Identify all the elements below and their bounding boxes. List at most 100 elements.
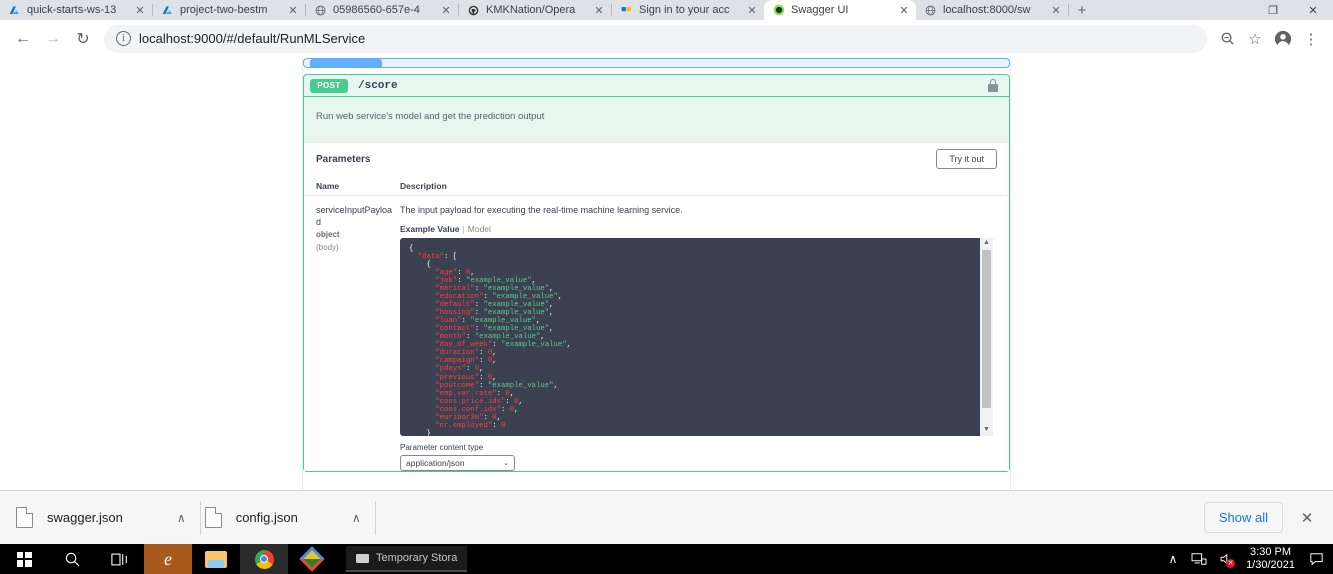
browser-tab-0[interactable]: quick-starts-ws-13 ✕ xyxy=(0,0,152,20)
download-item-swagger-json[interactable]: swagger.json ∧ xyxy=(12,499,200,537)
browser-tab-4[interactable]: Sign in to your acc ✕ xyxy=(612,0,764,20)
parameter-row: serviceInputPayload object (body) The in… xyxy=(304,196,1009,471)
tab-close-icon-2[interactable]: ✕ xyxy=(440,4,452,17)
bookmark-star-icon[interactable]: ☆ xyxy=(1241,25,1269,53)
browser-tab-label-6: localhost:8000/sw xyxy=(943,4,1031,16)
column-header-description: Description xyxy=(400,181,447,191)
browser-tab-label-2: 05986560-657e-4 xyxy=(333,4,420,16)
azure-icon xyxy=(8,4,21,17)
browser-tab-label-0: quick-starts-ws-13 xyxy=(27,4,117,16)
windows-start-icon[interactable] xyxy=(0,544,48,574)
tab-close-icon-0[interactable]: ✕ xyxy=(134,4,146,17)
reload-icon[interactable]: ↻ xyxy=(68,24,98,54)
parameters-header: Parameters Try it out xyxy=(304,142,1009,175)
new-tab-button[interactable]: + xyxy=(1069,0,1095,20)
mute-badge-icon: ✕ xyxy=(1226,559,1236,568)
browser-tab-label-3: KMKNation/Opera xyxy=(486,4,576,16)
search-icon[interactable] xyxy=(48,544,96,574)
window-icon xyxy=(356,553,369,563)
google-chrome-icon[interactable] xyxy=(240,544,288,574)
download-filename: config.json xyxy=(235,510,298,525)
clock-time: 3:30 PM xyxy=(1250,546,1292,558)
chevron-down-icon: ⌄ xyxy=(503,460,509,467)
browser-tab-1[interactable]: project-two-bestm ✕ xyxy=(153,0,305,20)
parameter-type: object xyxy=(316,230,340,240)
parameter-name: serviceInputPayload xyxy=(316,205,393,227)
parameter-meta: serviceInputPayload object (body) xyxy=(316,205,400,471)
scroll-up-arrow-icon[interactable]: ▲ xyxy=(983,238,990,249)
downloads-divider xyxy=(374,500,376,535)
example-value-code-block[interactable]: { "data": [ { "age": 0, "job": "example_… xyxy=(400,238,993,436)
opblock-post-score: POST /score Run web service's model and … xyxy=(303,74,1010,472)
show-all-downloads-button[interactable]: Show all xyxy=(1203,502,1283,533)
browser-tab-5-active[interactable]: Swagger UI ✕ xyxy=(764,0,916,20)
zoom-out-icon[interactable] xyxy=(1213,25,1241,53)
tray-expand-chevron-icon[interactable]: ∧ xyxy=(1160,544,1186,574)
parameters-title: Parameters xyxy=(316,153,371,165)
close-downloads-bar-icon[interactable]: ✕ xyxy=(1293,509,1321,527)
parameter-body: The input payload for executing the real… xyxy=(400,205,997,471)
browser-tab-label-5: Swagger UI xyxy=(791,4,849,16)
notification-icon[interactable] xyxy=(1303,544,1329,574)
file-explorer-icon[interactable] xyxy=(192,544,240,574)
opblock-summary[interactable]: POST /score xyxy=(304,75,1009,97)
tab-close-icon-5[interactable]: ✕ xyxy=(898,4,910,17)
task-view-icon[interactable] xyxy=(96,544,144,574)
internet-explorer-icon[interactable]: e xyxy=(144,544,192,574)
example-model-tabs: Example Value | Model xyxy=(400,224,997,234)
github-icon xyxy=(467,4,480,17)
tab-model[interactable]: Model xyxy=(468,224,491,234)
windows-taskbar: e Temporary Stora ∧ ✕ 3:30 PM 1/30/2021 xyxy=(0,544,1333,574)
browser-tab-label-1: project-two-bestm xyxy=(180,4,268,16)
download-filename: swagger.json xyxy=(47,510,123,525)
tab-strip: quick-starts-ws-13 ✕ project-two-bestm ✕… xyxy=(0,0,1333,20)
site-info-icon[interactable]: i xyxy=(116,31,131,46)
file-icon xyxy=(16,507,33,528)
parameter-description: The input payload for executing the real… xyxy=(400,205,683,215)
opblock-partial-above[interactable] xyxy=(303,58,1010,68)
tab-close-icon-6[interactable]: ✕ xyxy=(1050,4,1062,17)
lock-icon[interactable] xyxy=(987,78,999,93)
download-item-config-json[interactable]: config.json ∧ xyxy=(201,499,375,537)
tab-close-icon-4[interactable]: ✕ xyxy=(746,4,758,17)
tab-close-icon-3[interactable]: ✕ xyxy=(593,4,605,17)
content-type-select[interactable]: application/json ⌄ xyxy=(400,455,515,471)
volume-muted-icon[interactable]: ✕ xyxy=(1212,544,1238,574)
tab-example-value[interactable]: Example Value xyxy=(400,224,460,234)
clock[interactable]: 3:30 PM 1/30/2021 xyxy=(1238,546,1303,572)
page-viewport: POST /score Run web service's model and … xyxy=(0,58,1333,490)
browser-window: quick-starts-ws-13 ✕ project-two-bestm ✕… xyxy=(0,0,1333,574)
download-menu-chevron-icon[interactable]: ∧ xyxy=(177,511,186,525)
browser-tab-2[interactable]: 05986560-657e-4 ✕ xyxy=(306,0,458,20)
content-type-label: Parameter content type xyxy=(400,443,484,452)
browser-toolbar: ← → ↻ i localhost:9000/#/default/RunMLSe… xyxy=(0,20,1333,58)
parameters-table-header: Name Description xyxy=(304,175,1009,196)
code-scrollbar[interactable]: ▲ ▼ xyxy=(980,238,993,436)
opblock-method-bar xyxy=(310,59,382,67)
column-header-name: Name xyxy=(316,181,340,191)
taskbar-window-label: Temporary Stora xyxy=(376,552,458,564)
scrollbar-thumb[interactable] xyxy=(982,250,991,408)
close-window-button[interactable]: ✕ xyxy=(1293,0,1333,20)
scroll-down-arrow-icon[interactable]: ▼ xyxy=(983,425,990,436)
profile-avatar-icon[interactable] xyxy=(1269,25,1297,53)
downloads-bar: swagger.json ∧ config.json ∧ Show all ✕ xyxy=(0,490,1333,544)
download-menu-chevron-icon[interactable]: ∧ xyxy=(352,511,361,525)
address-bar[interactable]: i localhost:9000/#/default/RunMLService xyxy=(104,24,1207,53)
url-text: localhost:9000/#/default/RunMLService xyxy=(139,31,366,46)
content-type-value: application/json xyxy=(406,458,465,468)
restore-window-button[interactable]: ❐ xyxy=(1253,0,1293,20)
tab-close-icon-1[interactable]: ✕ xyxy=(287,4,299,17)
browser-tab-3[interactable]: KMKNation/Opera ✕ xyxy=(459,0,611,20)
window-controls: ❐ ✕ xyxy=(1253,0,1333,20)
browser-tab-6[interactable]: localhost:8000/sw ✕ xyxy=(916,0,1068,20)
globe-icon xyxy=(314,4,327,17)
back-icon[interactable]: ← xyxy=(8,24,38,54)
try-it-out-button[interactable]: Try it out xyxy=(936,149,997,169)
taskbar-window-temporary-storage[interactable]: Temporary Stora xyxy=(346,546,468,572)
forward-icon[interactable]: → xyxy=(38,24,68,54)
browser-menu-icon[interactable]: ⋮ xyxy=(1297,25,1325,53)
azure-storage-explorer-icon[interactable] xyxy=(288,544,336,574)
http-method-badge: POST xyxy=(310,78,348,93)
network-icon[interactable] xyxy=(1186,544,1212,574)
